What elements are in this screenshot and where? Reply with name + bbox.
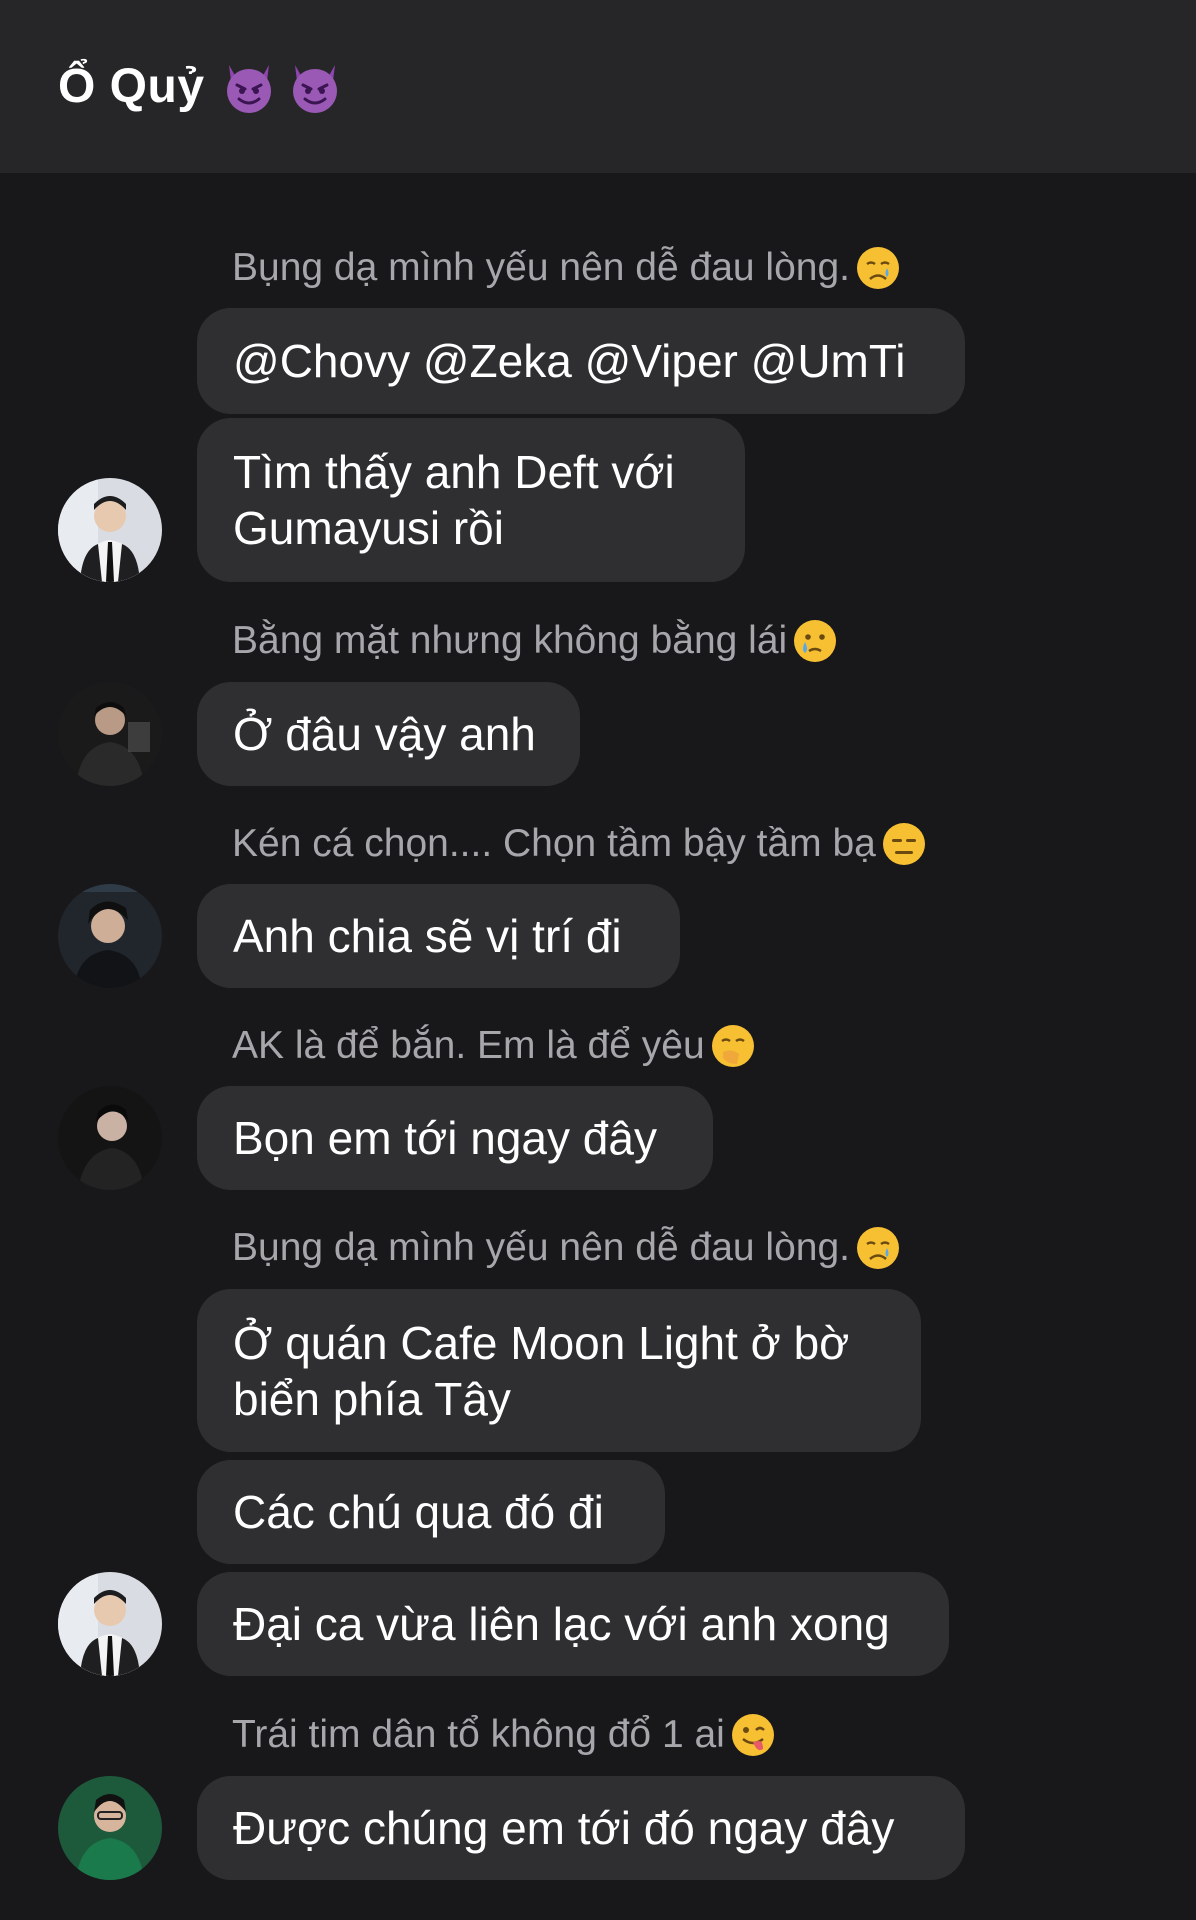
message-text: Anh chia sẽ vị trí đi (233, 910, 622, 962)
message-bubble[interactable]: Ở đâu vậy anh (197, 682, 580, 786)
message-text: Các chú qua đó đi (233, 1486, 604, 1538)
avatar[interactable] (58, 1776, 162, 1880)
winking-face-with-tongue-icon (731, 1714, 774, 1756)
message-bubble[interactable]: Ở quán Cafe Moon Light ở bờ biển phía Tâ… (197, 1289, 921, 1452)
chat-header: Ổ Quỷ (0, 0, 1196, 173)
face-with-hand-over-mouth-icon (711, 1025, 754, 1067)
sender-name: Trái tim dân tổ không đổ 1 ai (232, 1711, 777, 1759)
crying-face-icon (856, 247, 899, 289)
message-bubble[interactable]: Bọn em tới ngay đây (197, 1086, 713, 1190)
avatar[interactable] (58, 478, 162, 582)
message-text: Bọn em tới ngay đây (233, 1112, 657, 1164)
avatar-photo (58, 682, 162, 786)
devil-emoji-icon (226, 64, 271, 113)
avatar-photo (58, 1572, 162, 1676)
devil-emoji-icon (292, 64, 337, 113)
message-text: Ở quán Cafe Moon Light ở bờ biển phía Tâ… (233, 1316, 850, 1425)
message-text: Ở đâu vậy anh (233, 708, 536, 760)
avatar[interactable] (58, 1572, 162, 1676)
group-title[interactable]: Ổ Quỷ (58, 59, 205, 114)
avatar-photo (58, 1086, 162, 1190)
message-bubble[interactable]: Tìm thấy anh Deft với Gumayusi rồi (197, 418, 745, 582)
sender-name: AK là để bắn. Em là để yêu (232, 1022, 757, 1070)
avatar[interactable] (58, 1086, 162, 1190)
message-bubble[interactable]: Đại ca vừa liên lạc với anh xong (197, 1572, 949, 1676)
sender-name: Bụng dạ mình yếu nên dễ đau lòng. (232, 1224, 902, 1272)
message-bubble[interactable]: Các chú qua đó đi (197, 1460, 665, 1564)
avatar[interactable] (58, 682, 162, 786)
sender-name: Bụng dạ mình yếu nên dễ đau lòng. (232, 244, 902, 292)
message-text: @Chovy @Zeka @Viper @UmTi (233, 335, 906, 387)
sender-name: Bằng mặt nhưng không bằng lái (232, 617, 839, 665)
expressionless-face-icon (882, 823, 925, 865)
message-bubble[interactable]: Được chúng em tới đó ngay đây (197, 1776, 965, 1880)
message-bubble[interactable]: Anh chia sẽ vị trí đi (197, 884, 680, 988)
sender-name: Kén cá chọn.... Chọn tầm bậy tầm bạ (232, 820, 928, 868)
sad-tear-face-icon (794, 620, 837, 662)
message-text: Tìm thấy anh Deft với Gumayusi rồi (233, 446, 675, 554)
message-bubble[interactable]: @Chovy @Zeka @Viper @UmTi (197, 308, 965, 414)
message-text: Đại ca vừa liên lạc với anh xong (233, 1598, 890, 1650)
avatar-photo (58, 478, 162, 582)
avatar-photo (58, 1776, 162, 1880)
avatar-photo (58, 884, 162, 988)
message-text: Được chúng em tới đó ngay đây (233, 1802, 895, 1854)
crying-face-icon (856, 1227, 899, 1269)
avatar[interactable] (58, 884, 162, 988)
